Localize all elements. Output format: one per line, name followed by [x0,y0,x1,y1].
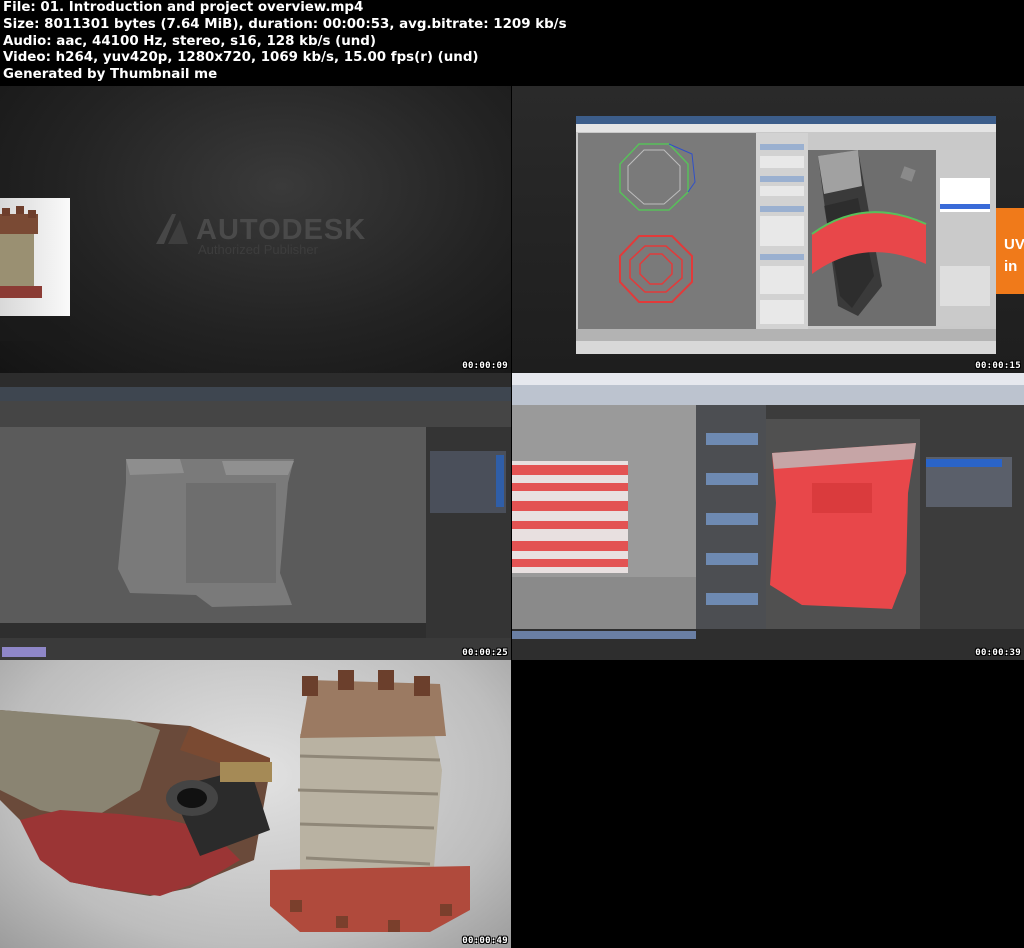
frame-thumbnail-5: 00:00:49 [0,660,511,948]
frame-timestamp: 00:00:39 [975,648,1021,658]
final-render-image [0,670,470,932]
autodesk-logo-icon [156,214,188,244]
generator-line: Generated by Thumbnail me [3,67,218,83]
video-info-line: Video: h264, yuv420p, 1280x720, 1069 kb/… [3,50,479,66]
frame-timestamp: 00:00:25 [462,648,508,658]
promo-card-text: UV in [1004,236,1024,275]
audio-info-line: Audio: aac, 44100 Hz, stereo, s16, 128 k… [3,33,377,49]
frame-thumbnail-4: 00:00:39 [512,373,1024,660]
uv-editor-blurred-screenshot [512,373,1024,660]
frame-timestamp: 00:00:09 [462,361,508,371]
frame-timestamp: 00:00:49 [462,936,508,946]
file-info-header: File: 01. Introduction and project overv… [3,0,1021,86]
frame-timestamp: 00:00:15 [975,361,1021,371]
frame-thumbnail-1: AUTODESK Authorized Publisher 00:00:09 [0,86,511,373]
viewport-screenshot [0,373,511,660]
autodesk-subtitle: Authorized Publisher [198,242,318,257]
file-size-line: Size: 8011301 bytes (7.64 MiB), duration… [3,16,567,32]
frame-thumbnail-3: 00:00:25 [0,373,511,660]
frame-thumbnail-2: UV in 00:00:15 [512,86,1024,373]
file-name-line: File: 01. Introduction and project overv… [3,0,364,15]
uv-editor-screenshot [576,116,1024,354]
empty-slot [512,660,1024,948]
